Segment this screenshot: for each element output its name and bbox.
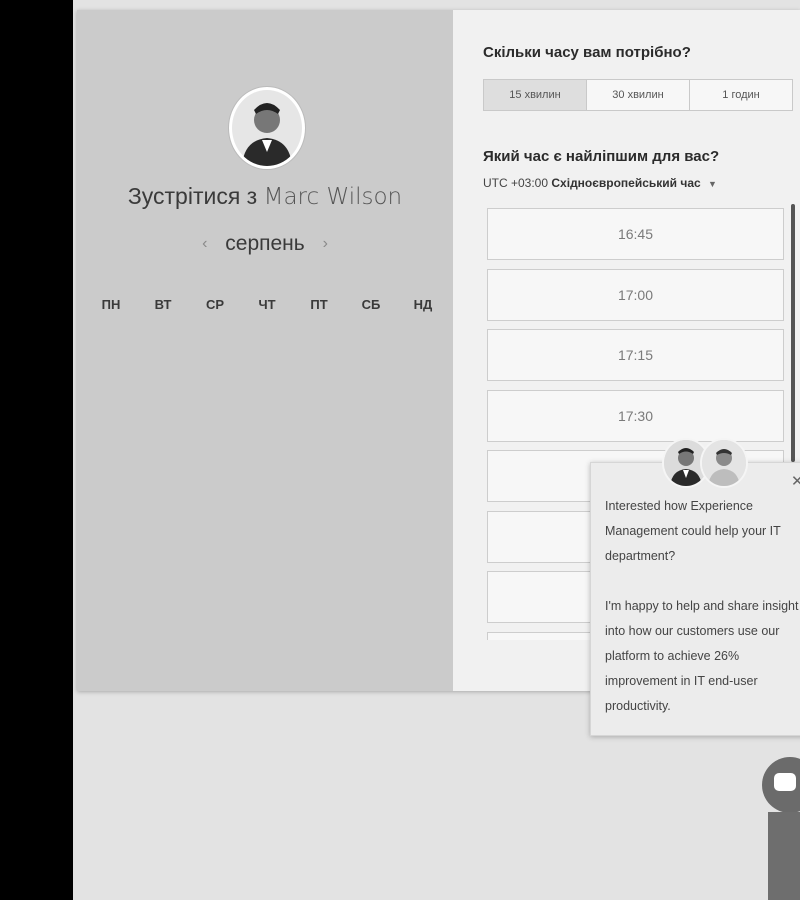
time-slot[interactable]: 17:00 <box>487 268 784 321</box>
chat-agent-avatars <box>662 438 748 488</box>
weekday-label: ПН <box>101 297 121 312</box>
month-navigation: ‹ серпень › <box>77 232 453 256</box>
caret-down-icon: ▼ <box>708 179 717 189</box>
duration-question: Скільки часу вам потрібно? <box>483 44 691 61</box>
chat-message-body: I'm happy to help and share insight into… <box>605 599 799 713</box>
agent-avatar <box>700 438 748 488</box>
chevron-right-icon[interactable]: › <box>323 235 328 252</box>
host-name: Marc Wilson <box>263 184 403 210</box>
weekday-label: НД <box>413 297 433 312</box>
chat-bubble-icon <box>774 773 796 791</box>
duration-selector: 15 хвилин 30 хвилин 1 годин <box>483 79 793 111</box>
duration-option-30[interactable]: 30 хвилин <box>587 80 690 110</box>
timezone-name: Східноєвропейський час <box>551 176 701 190</box>
chevron-left-icon[interactable]: ‹ <box>202 235 207 252</box>
close-icon[interactable]: ✕ <box>791 472 800 490</box>
chat-message: Interested how Experience Management cou… <box>605 494 800 744</box>
duration-option-15[interactable]: 15 хвилин <box>484 80 587 110</box>
time-slot[interactable]: 17:30 <box>487 389 784 442</box>
time-slot[interactable]: 17:15 <box>487 329 784 381</box>
month-label: серпень <box>225 232 305 255</box>
duration-option-60[interactable]: 1 годин <box>690 80 792 110</box>
meeting-title: Зустрітися з Marc Wilson <box>77 183 453 210</box>
time-slot[interactable]: 16:45 <box>487 208 784 260</box>
weekday-header: ПН ВТ СР ЧТ ПТ СБ НД <box>77 297 453 312</box>
weekday-label: ЧТ <box>258 297 276 312</box>
weekday-label: СБ <box>361 297 381 312</box>
weekday-label: СР <box>205 297 225 312</box>
time-question: Який час є найліпшим для вас? <box>483 148 720 165</box>
timezone-dropdown[interactable]: UTC +03:00 Східноєвропейський час ▼ <box>483 176 717 190</box>
side-strip <box>768 812 800 900</box>
slot-list-scrollbar[interactable] <box>791 204 795 462</box>
weekday-label: ПТ <box>310 297 328 312</box>
left-black-bar <box>0 0 73 900</box>
meeting-title-prefix: Зустрітися з <box>127 183 264 209</box>
timezone-offset: UTC +03:00 <box>483 176 549 190</box>
weekday-label: ВТ <box>154 297 172 312</box>
host-avatar <box>229 87 305 169</box>
chat-message-intro: Interested how Experience Management cou… <box>605 499 781 563</box>
